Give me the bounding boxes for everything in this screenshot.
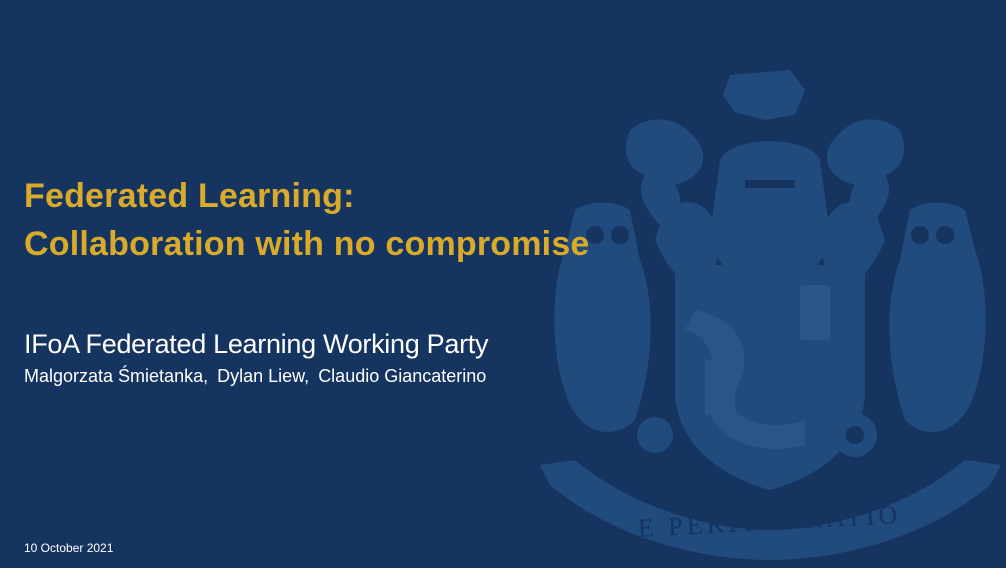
author-3: Claudio Giancaterino xyxy=(318,366,487,386)
slide: E PERITIA RATIO Federated Learning: Coll… xyxy=(0,0,1006,568)
title-line-2: Collaboration with no compromise xyxy=(24,225,590,263)
slide-title: Federated Learning: Collaboration with n… xyxy=(24,172,590,268)
author-1: Malgorzata Śmietanka, xyxy=(24,366,209,386)
author-2: Dylan Liew, xyxy=(217,366,310,386)
title-line-1: Federated Learning: xyxy=(24,177,355,215)
coat-of-arms-watermark: E PERITIA RATIO xyxy=(540,70,1001,560)
presentation-date: 10 October 2021 xyxy=(24,541,114,555)
author-list: Malgorzata Śmietanka, Dylan Liew, Claudi… xyxy=(24,364,490,388)
working-party-name: IFoA Federated Learning Working Party xyxy=(24,329,489,359)
